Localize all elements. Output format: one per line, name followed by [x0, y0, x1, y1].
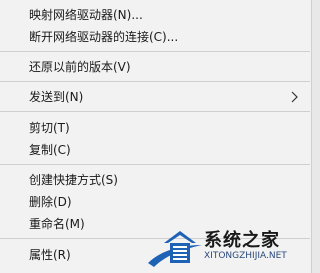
- menu-item-label: 属性(R): [29, 248, 71, 262]
- menu-item-label: 重命名(M): [29, 217, 85, 231]
- menu-item-copy[interactable]: 复制(C): [0, 139, 310, 161]
- menu-item-delete[interactable]: 删除(D): [0, 191, 310, 213]
- menu-separator: [0, 164, 310, 165]
- menu-item-map-network-drive[interactable]: 映射网络驱动器(N)...: [0, 4, 310, 26]
- menu-separator: [0, 81, 310, 82]
- menu-item-label: 剪切(T): [29, 121, 70, 135]
- menu-separator: [0, 111, 310, 112]
- menu-item-label: 断开网络驱动器的连接(C)...: [29, 30, 179, 44]
- menu-item-label: 发送到(N): [29, 90, 84, 104]
- menu-item-create-shortcut[interactable]: 创建快捷方式(S): [0, 169, 310, 191]
- menu-item-label: 映射网络驱动器(N)...: [29, 8, 143, 22]
- menu-item-label: 创建快捷方式(S): [29, 173, 118, 187]
- menu-item-send-to[interactable]: 发送到(N): [0, 86, 310, 108]
- menu-item-cut[interactable]: 剪切(T): [0, 117, 310, 139]
- menu-item-properties[interactable]: 属性(R): [0, 244, 310, 266]
- menu-item-label: 复制(C): [29, 143, 71, 157]
- menu-separator: [0, 51, 310, 52]
- menu-item-label: 还原以前的版本(V): [29, 60, 131, 74]
- chevron-right-icon: [291, 91, 298, 103]
- menu-item-restore-previous-versions[interactable]: 还原以前的版本(V): [0, 56, 310, 78]
- menu-item-disconnect-network-drive[interactable]: 断开网络驱动器的连接(C)...: [0, 26, 310, 48]
- menu-separator: [0, 238, 310, 239]
- menu-item-rename[interactable]: 重命名(M): [0, 213, 310, 235]
- context-menu: 映射网络驱动器(N)... 断开网络驱动器的连接(C)... 还原以前的版本(V…: [0, 0, 312, 273]
- menu-item-label: 删除(D): [29, 195, 72, 209]
